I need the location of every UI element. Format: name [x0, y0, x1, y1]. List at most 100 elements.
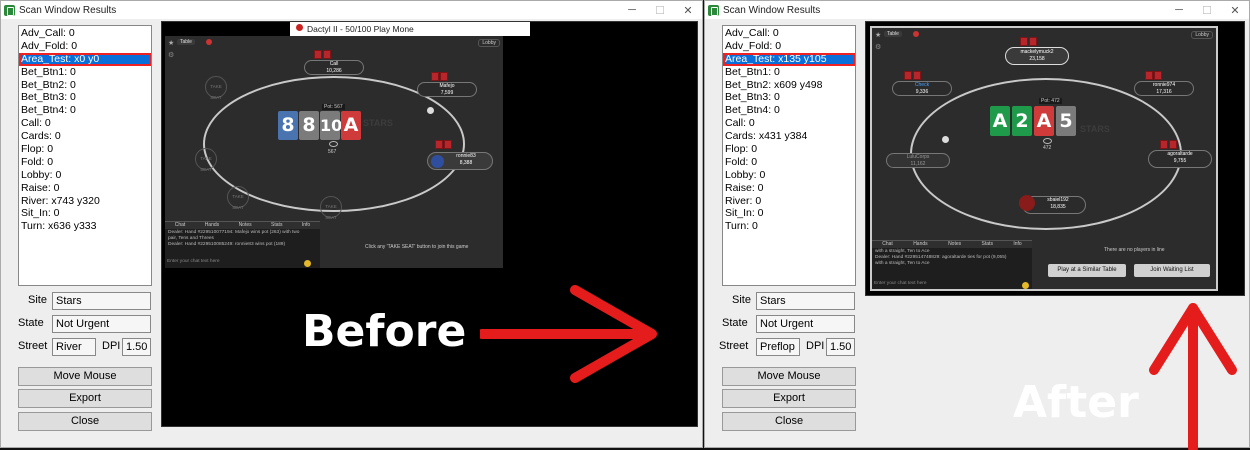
play-similar-table-button[interactable]: Play at a Similar Table: [1048, 264, 1126, 277]
list-item[interactable]: Bet_Btn3: 0: [723, 91, 855, 104]
board-card-3: 10: [320, 111, 342, 140]
tab-hands[interactable]: Hands: [913, 241, 927, 248]
site-field[interactable]: Stars: [756, 292, 855, 310]
chip-stack-icon: [329, 141, 338, 147]
scan-window-after: Scan Window Results ─ ☐ ✕ Adv_Call: 0 Ad…: [704, 0, 1250, 450]
emoji-icon[interactable]: [304, 260, 311, 267]
list-item[interactable]: Adv_Call: 0: [19, 27, 151, 40]
chat-line: Dealer: Hand #229510085249: ronnie83 win…: [168, 242, 286, 247]
player-stack: 11,162: [910, 161, 926, 167]
app-icon: [708, 4, 719, 16]
street-field[interactable]: Preflop: [756, 338, 800, 356]
take-seat-button[interactable]: TAKE SEAT: [227, 186, 249, 210]
list-item[interactable]: Bet_Btn2: 0: [19, 79, 151, 92]
list-item[interactable]: Adv_Call: 0: [723, 27, 855, 40]
join-hint: Click any 'TAKE SEAT' button to join thi…: [365, 244, 469, 250]
dpi-label: DPI: [102, 340, 121, 352]
list-item-selected[interactable]: Area_Test: x0 y0: [19, 52, 151, 66]
list-item[interactable]: Sit_In: 0: [19, 207, 151, 220]
state-field[interactable]: Not Urgent: [756, 315, 855, 333]
close-table-icon[interactable]: [206, 39, 212, 45]
tab-info[interactable]: Info: [1013, 241, 1021, 248]
star-icon: ★: [875, 32, 882, 39]
join-waiting-list-button[interactable]: Join Waiting List: [1134, 264, 1210, 277]
results-listbox[interactable]: Adv_Call: 0 Adv_Fold: 0 Area_Test: x135 …: [722, 25, 856, 286]
list-item[interactable]: Adv_Fold: 0: [723, 40, 855, 53]
tab-info[interactable]: Info: [302, 222, 310, 229]
maximize-button[interactable]: ☐: [1193, 1, 1221, 19]
move-mouse-button[interactable]: Move Mouse: [18, 367, 152, 386]
list-item[interactable]: Fold: 0: [19, 156, 151, 169]
dpi-field[interactable]: 1.50: [826, 338, 855, 356]
list-item-selected[interactable]: Area_Test: x135 y105: [723, 52, 855, 66]
list-item[interactable]: Lobby: 0: [19, 169, 151, 182]
tab-chat[interactable]: Chat: [175, 222, 186, 229]
list-item[interactable]: Call: 0: [723, 117, 855, 130]
list-item[interactable]: Adv_Fold: 0: [19, 40, 151, 53]
table-watermark: STARS: [363, 118, 393, 128]
close-table-icon[interactable]: [913, 31, 919, 37]
settings-icon[interactable]: ⚙: [875, 43, 881, 51]
pokerstars-icon: [296, 24, 303, 31]
close-window-button[interactable]: ✕: [674, 1, 702, 19]
tab-chat[interactable]: Chat: [882, 241, 893, 248]
move-mouse-button[interactable]: Move Mouse: [722, 367, 856, 386]
list-item[interactable]: Raise: 0: [723, 182, 855, 195]
lobby-button[interactable]: Lobby: [1191, 31, 1213, 39]
minimize-button[interactable]: ─: [1165, 1, 1193, 19]
chat-input[interactable]: Enter your chat text here: [167, 259, 307, 266]
chat-input[interactable]: Enter your chat text here: [874, 281, 1014, 288]
tab-stats[interactable]: Stats: [982, 241, 993, 248]
list-item[interactable]: River: 0: [723, 195, 855, 208]
list-item[interactable]: Sit_In: 0: [723, 207, 855, 220]
results-listbox[interactable]: Adv_Call: 0 Adv_Fold: 0 Area_Test: x0 y0…: [18, 25, 152, 286]
maximize-button[interactable]: ☐: [646, 1, 674, 19]
minimize-button[interactable]: ─: [618, 1, 646, 19]
list-item[interactable]: Bet_Btn3: 0: [19, 91, 151, 104]
tab-notes[interactable]: Notes: [239, 222, 252, 229]
close-button[interactable]: Close: [722, 412, 856, 431]
settings-icon[interactable]: ⚙: [168, 51, 174, 59]
dpi-field[interactable]: 1.50: [122, 338, 151, 356]
list-item[interactable]: Turn: 0: [723, 220, 855, 233]
tab-hands[interactable]: Hands: [205, 222, 219, 229]
player-name: LuluCorps: [906, 154, 930, 160]
board-card-2: 2: [1012, 106, 1032, 136]
take-seat-button[interactable]: TAKE SEAT: [205, 76, 227, 100]
list-item[interactable]: Bet_Btn1: 0: [19, 66, 151, 79]
list-item[interactable]: Cards: 0: [19, 130, 151, 143]
player-name: Call: [329, 61, 339, 67]
table-menu-tab[interactable]: Table: [177, 39, 195, 45]
site-label: Site: [732, 294, 751, 306]
site-field[interactable]: Stars: [52, 292, 151, 310]
emoji-icon[interactable]: [1022, 282, 1029, 289]
list-item[interactable]: Cards: x431 y384: [723, 130, 855, 143]
export-button[interactable]: Export: [18, 389, 152, 408]
list-item[interactable]: Raise: 0: [19, 182, 151, 195]
tab-notes[interactable]: Notes: [948, 241, 961, 248]
list-item[interactable]: Lobby: 0: [723, 169, 855, 182]
take-seat-button[interactable]: TAKE SEAT: [320, 196, 342, 220]
export-button[interactable]: Export: [722, 389, 856, 408]
list-item[interactable]: Bet_Btn4: 0: [723, 104, 855, 117]
list-item[interactable]: Bet_Btn4: 0: [19, 104, 151, 117]
list-item[interactable]: Bet_Btn2: x609 y498: [723, 79, 855, 92]
lobby-button[interactable]: Lobby: [478, 39, 500, 47]
list-item[interactable]: Call: 0: [19, 117, 151, 130]
player-cards: [904, 71, 921, 80]
close-button[interactable]: Close: [18, 412, 152, 431]
list-item[interactable]: Turn: x636 y333: [19, 220, 151, 233]
list-item[interactable]: Flop: 0: [723, 143, 855, 156]
table-watermark: STARS: [1080, 124, 1110, 134]
tab-stats[interactable]: Stats: [271, 222, 282, 229]
state-field[interactable]: Not Urgent: [52, 315, 151, 333]
avatar: [1019, 195, 1035, 211]
close-window-button[interactable]: ✕: [1221, 1, 1249, 19]
table-menu-tab[interactable]: Table: [884, 31, 902, 37]
list-item[interactable]: Fold: 0: [723, 156, 855, 169]
list-item[interactable]: River: x743 y320: [19, 195, 151, 208]
list-item[interactable]: Flop: 0: [19, 143, 151, 156]
street-field[interactable]: River: [52, 338, 96, 356]
list-item[interactable]: Bet_Btn1: 0: [723, 66, 855, 79]
take-seat-button[interactable]: TAKE SEAT: [195, 148, 217, 172]
